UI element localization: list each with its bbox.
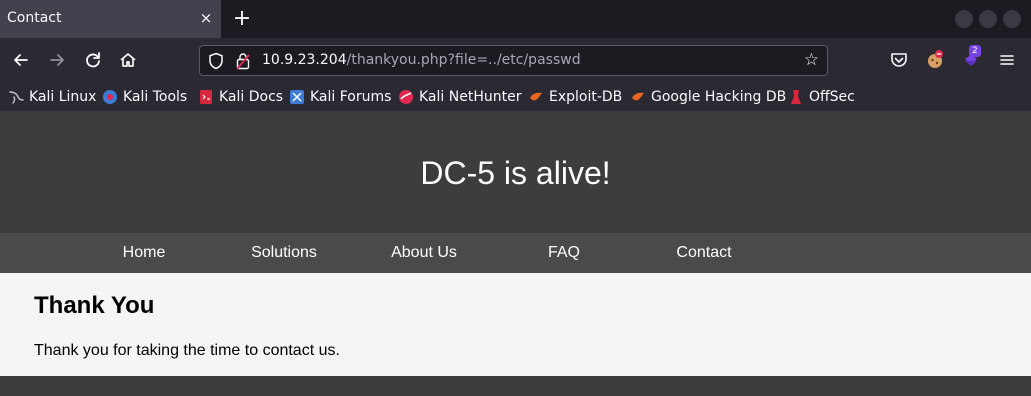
forward-arrow-icon: [50, 54, 64, 66]
kali-dragon-icon: [9, 91, 24, 104]
offsec-icon: [791, 90, 801, 104]
bookmark-label: Kali Forums: [310, 89, 392, 105]
bookmark-label: Kali Linux: [29, 89, 97, 105]
ghdb-icon: [632, 92, 644, 101]
bookmark-kali-forums[interactable]: Kali Forums: [289, 87, 391, 107]
tracking-protection-shield-icon[interactable]: [208, 52, 224, 70]
site-footer: [0, 376, 1031, 396]
bookmark-kali-docs[interactable]: Kali Docs: [198, 87, 283, 107]
kali-docs-icon: [200, 90, 212, 104]
tab-title: Contact: [7, 10, 62, 26]
bookmark-label: Kali Tools: [123, 89, 188, 105]
bookmark-label: Google Hacking DB: [651, 89, 787, 105]
site-header: DC-5 is alive!: [0, 111, 1031, 233]
exploit-db-icon: [530, 92, 542, 101]
bookmarks-toolbar: Kali Linux Kali Tools Kali Docs Kali For…: [0, 83, 1031, 111]
close-window-button[interactable]: [1003, 10, 1021, 28]
nethunter-icon: [399, 90, 413, 104]
bookmark-label: OffSec: [809, 89, 855, 105]
bookmark-kali-tools[interactable]: Kali Tools: [102, 87, 187, 107]
pocket-icon[interactable]: [889, 50, 909, 70]
bookmark-label: Kali Docs: [219, 89, 284, 105]
bookmark-kali-linux[interactable]: Kali Linux: [8, 87, 96, 107]
back-button[interactable]: [10, 49, 32, 71]
bookmark-label: Kali NetHunter: [419, 89, 522, 105]
maximize-button[interactable]: [979, 10, 997, 28]
site-title: DC-5 is alive!: [420, 155, 611, 191]
extension-badge-button[interactable]: 2: [961, 45, 981, 70]
kali-tools-icon: [103, 90, 117, 104]
menu-hamburger-icon[interactable]: [997, 50, 1017, 70]
url-host: 10.9.23.204: [262, 52, 347, 68]
bookmark-exploit-db[interactable]: Exploit-DB: [528, 87, 622, 107]
url-text[interactable]: 10.9.23.204/thankyou.php?file=../etc/pas…: [262, 52, 581, 68]
forward-button[interactable]: [46, 49, 68, 71]
tab-contact[interactable]: Contact ×: [0, 0, 221, 38]
url-path: /thankyou.php?file=../etc/passwd: [346, 52, 581, 68]
bookmark-label: Exploit-DB: [549, 89, 623, 105]
home-button[interactable]: [117, 49, 139, 71]
reload-button[interactable]: [82, 49, 104, 71]
kali-forums-icon: [290, 90, 304, 104]
reload-icon: [86, 52, 100, 68]
url-bar[interactable]: 10.9.23.204/thankyou.php?file=../etc/pas…: [199, 45, 828, 76]
extension-badge-count: 2: [969, 45, 981, 57]
thank-you-message: Thank you for taking the time to contact…: [34, 342, 340, 359]
back-arrow-icon: [14, 54, 28, 66]
main-content: Thank You Thank you for taking the time …: [0, 273, 1031, 376]
bookmark-kali-nethunter[interactable]: Kali NetHunter: [398, 87, 521, 107]
tab-strip: Contact × +: [0, 0, 1031, 38]
page-heading: Thank You: [34, 292, 155, 319]
new-tab-button[interactable]: +: [230, 6, 254, 32]
menu-item-home[interactable]: Home: [74, 233, 214, 273]
web-page: DC-5 is alive! Home Solutions About Us F…: [0, 111, 1031, 396]
menu-item-contact[interactable]: Contact: [634, 233, 774, 273]
insecure-lock-icon[interactable]: [236, 52, 250, 70]
menu-item-about-us[interactable]: About Us: [354, 233, 494, 273]
minimize-button[interactable]: [955, 10, 973, 28]
menu-item-faq[interactable]: FAQ: [494, 233, 634, 273]
bookmark-google-hacking-db[interactable]: Google Hacking DB: [630, 87, 786, 107]
site-menu: Home Solutions About Us FAQ Contact: [0, 233, 1031, 273]
home-icon: [120, 53, 136, 67]
menu-item-solutions[interactable]: Solutions: [214, 233, 354, 273]
bookmark-star-icon[interactable]: ☆: [804, 50, 819, 70]
navigation-toolbar: 10.9.23.204/thankyou.php?file=../etc/pas…: [0, 38, 1031, 83]
bookmark-offsec[interactable]: OffSec: [788, 87, 855, 107]
extension-cookie-icon[interactable]: [925, 50, 945, 70]
tab-close-icon[interactable]: ×: [198, 8, 214, 28]
